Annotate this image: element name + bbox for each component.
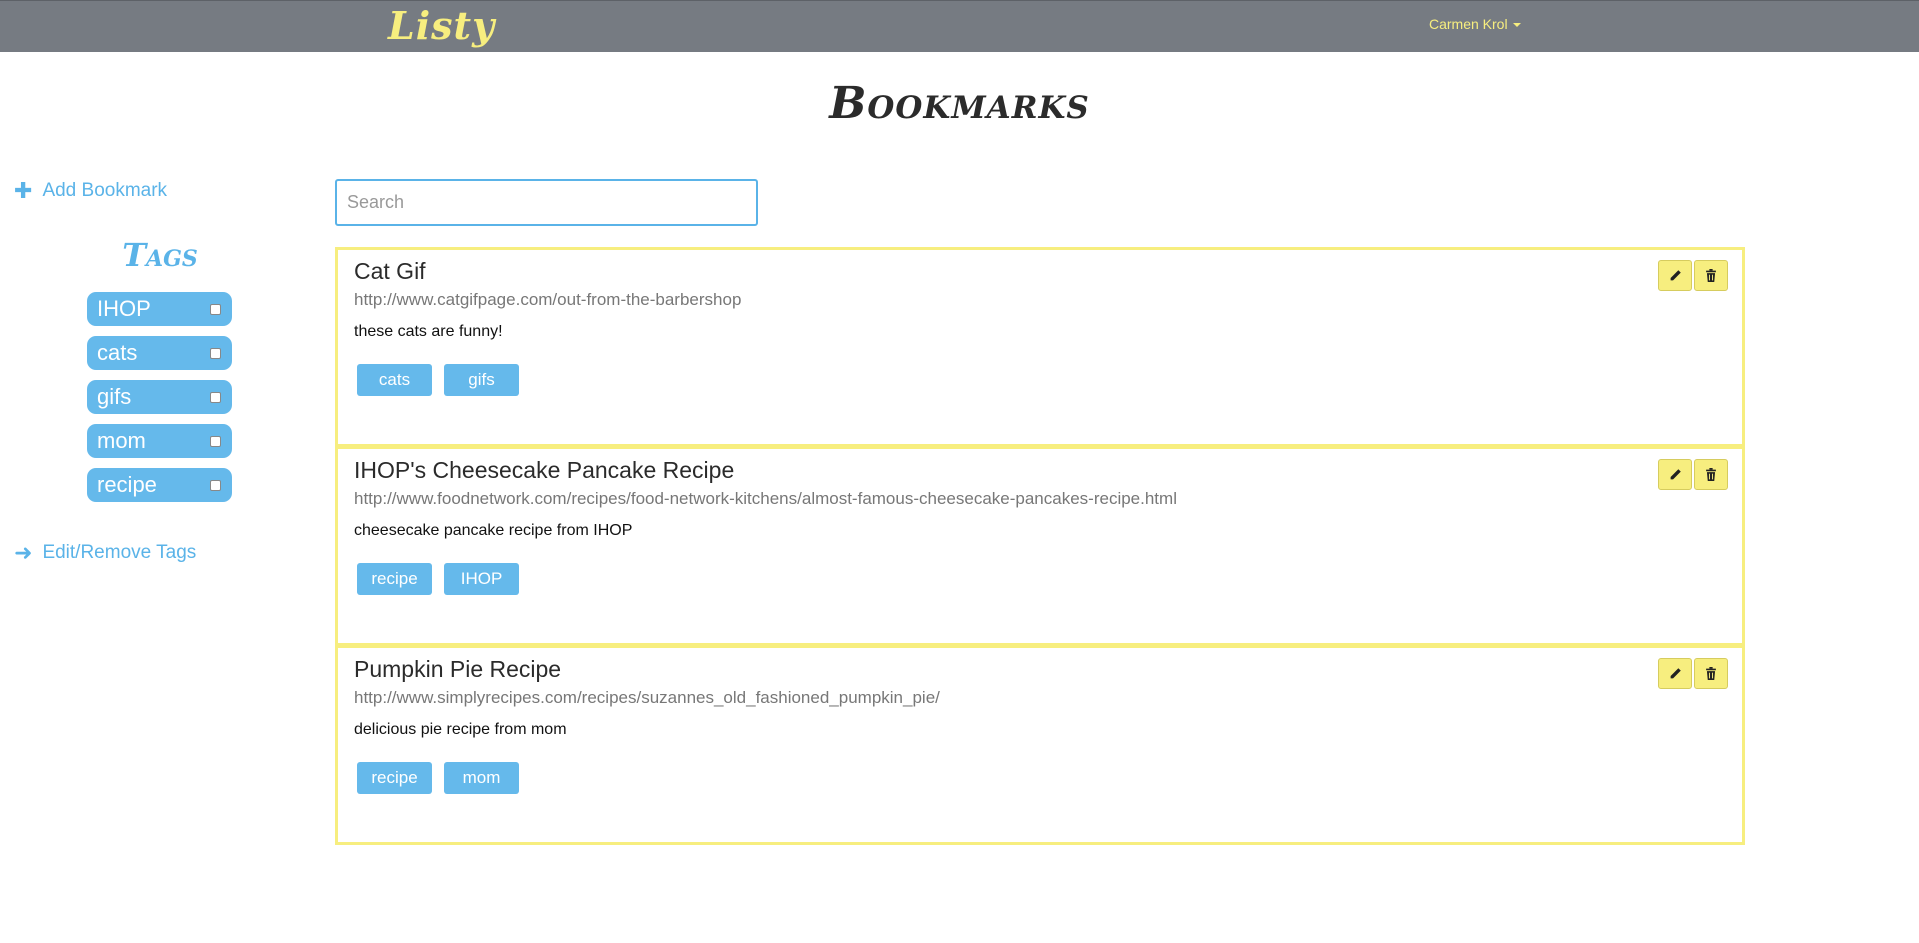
- bookmark-tag[interactable]: cats: [357, 364, 432, 396]
- edit-remove-tags-link[interactable]: ➜ Edit/Remove Tags: [14, 542, 196, 564]
- tag-filter-label: gifs: [97, 384, 132, 409]
- bookmark-tags: recipe mom: [357, 762, 519, 794]
- bookmark-title: Cat Gif: [354, 258, 426, 284]
- bookmark-card: Pumpkin Pie Recipe http://www.simplyreci…: [335, 645, 1745, 845]
- tags-heading: Tags: [122, 236, 198, 274]
- bookmark-url[interactable]: http://www.catgifpage.com/out-from-the-b…: [354, 290, 741, 310]
- trash-icon: [1706, 468, 1716, 481]
- caret-down-icon: [1512, 23, 1521, 27]
- bookmark-url[interactable]: http://www.foodnetwork.com/recipes/food-…: [354, 489, 1177, 509]
- delete-bookmark-button[interactable]: [1694, 459, 1728, 490]
- edit-bookmark-button[interactable]: [1658, 658, 1692, 689]
- tag-filter-label: recipe: [97, 472, 157, 497]
- pencil-icon: [1670, 668, 1681, 679]
- tag-filter-checkbox[interactable]: [210, 391, 221, 403]
- bookmark-actions: [1658, 658, 1728, 689]
- bookmark-description: these cats are funny!: [354, 323, 503, 340]
- tag-filter-cats[interactable]: cats: [87, 336, 232, 370]
- delete-bookmark-button[interactable]: [1694, 260, 1728, 291]
- bookmark-tag[interactable]: recipe: [357, 563, 432, 595]
- tag-filter-ihop[interactable]: IHOP: [87, 292, 232, 326]
- bookmark-url[interactable]: http://www.simplyrecipes.com/recipes/suz…: [354, 688, 940, 708]
- bookmark-tag[interactable]: mom: [444, 762, 519, 794]
- tag-filter-gifs[interactable]: gifs: [87, 380, 232, 414]
- add-bookmark-label: Add Bookmark: [42, 180, 168, 201]
- user-name: Carmen Krol: [1429, 16, 1508, 32]
- tag-filter-checkbox[interactable]: [210, 479, 221, 491]
- tag-filter-label: cats: [97, 340, 138, 365]
- bookmark-tag[interactable]: gifs: [444, 364, 519, 396]
- edit-tags-label: Edit/Remove Tags: [42, 542, 197, 563]
- page-title: Bookmarks: [829, 78, 1090, 129]
- bookmark-title: Pumpkin Pie Recipe: [354, 656, 562, 682]
- tag-filter-label: IHOP: [97, 296, 151, 321]
- trash-icon: [1706, 269, 1716, 282]
- sidebar: ✚ Add Bookmark Tags IHOP cats gifs mom r…: [0, 170, 320, 590]
- pencil-icon: [1670, 469, 1681, 480]
- trash-icon: [1706, 667, 1716, 680]
- delete-bookmark-button[interactable]: [1694, 658, 1728, 689]
- top-navbar: Listy Carmen Krol: [0, 0, 1919, 52]
- tag-filter-checkbox[interactable]: [210, 303, 221, 315]
- tag-filter-list: IHOP cats gifs mom recipe: [87, 292, 232, 512]
- bookmark-tags: recipe IHOP: [357, 563, 519, 595]
- bookmark-title: IHOP's Cheesecake Pancake Recipe: [354, 457, 735, 483]
- tag-filter-checkbox[interactable]: [210, 435, 221, 447]
- pencil-icon: [1670, 270, 1681, 281]
- arrow-right-icon: ➜: [14, 540, 33, 565]
- tag-filter-recipe[interactable]: recipe: [87, 468, 232, 502]
- bookmark-tag[interactable]: IHOP: [444, 563, 519, 595]
- bookmark-description: delicious pie recipe from mom: [354, 721, 567, 738]
- tag-filter-mom[interactable]: mom: [87, 424, 232, 458]
- add-bookmark-link[interactable]: ✚ Add Bookmark: [14, 180, 167, 202]
- bookmark-card: Cat Gif http://www.catgifpage.com/out-fr…: [335, 247, 1745, 447]
- tag-filter-label: mom: [97, 428, 146, 453]
- bookmark-tags: cats gifs: [357, 364, 519, 396]
- bookmark-tag[interactable]: recipe: [357, 762, 432, 794]
- bookmark-card: IHOP's Cheesecake Pancake Recipe http://…: [335, 446, 1745, 646]
- search-input[interactable]: [335, 179, 758, 226]
- brand-logo[interactable]: Listy: [388, 3, 495, 48]
- user-menu-dropdown[interactable]: Carmen Krol: [1429, 16, 1521, 32]
- plus-icon: ✚: [14, 178, 33, 203]
- bookmark-actions: [1658, 459, 1728, 490]
- tag-filter-checkbox[interactable]: [210, 347, 221, 359]
- edit-bookmark-button[interactable]: [1658, 260, 1692, 291]
- edit-bookmark-button[interactable]: [1658, 459, 1692, 490]
- bookmark-actions: [1658, 260, 1728, 291]
- bookmark-description: cheesecake pancake recipe from IHOP: [354, 522, 633, 539]
